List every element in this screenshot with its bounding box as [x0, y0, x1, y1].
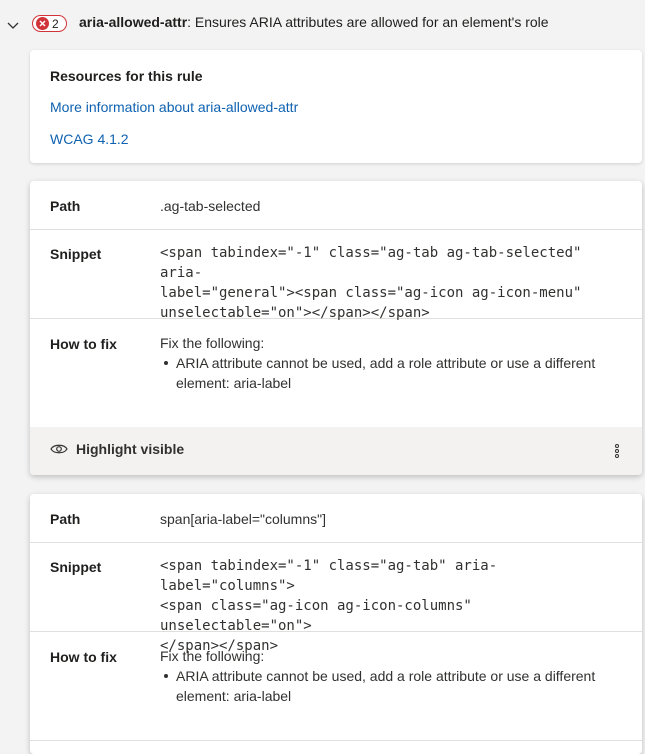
rule-header[interactable]: 2 aria-allowed-attr: Ensures ARIA attrib…	[0, 0, 645, 46]
failure-count-badge: 2	[32, 15, 67, 32]
path-value: .ag-tab-selected	[160, 198, 261, 214]
highlight-visible-label: Highlight visible	[76, 441, 185, 457]
how-to-fix-content: Fix the following: ARIA attribute cannot…	[160, 646, 620, 706]
eye-icon	[50, 444, 68, 454]
fix-item: ARIA attribute cannot be used, add a rol…	[164, 666, 620, 706]
snippet-label: Snippet	[50, 246, 102, 262]
path-row: Path .ag-tab-selected	[30, 181, 642, 230]
snippet-row: Snippet <span tabindex="-1" class="ag-ta…	[30, 542, 642, 654]
fix-item: ARIA attribute cannot be used, add a rol…	[164, 353, 620, 393]
rule-id: aria-allowed-attr	[79, 14, 188, 30]
path-row: Path span[aria-label="columns"]	[30, 494, 642, 543]
resources-heading: Resources for this rule	[50, 68, 203, 84]
highlight-visible-toggle[interactable]: Highlight visible	[50, 441, 184, 457]
failure-count: 2	[52, 16, 59, 31]
how-to-fix-row: How to fix Fix the following: ARIA attri…	[30, 318, 642, 428]
how-to-fix-content: Fix the following: ARIA attribute cannot…	[160, 333, 620, 393]
snippet-code: <span tabindex="-1" class="ag-tab ag-tab…	[160, 245, 582, 321]
fix-list: ARIA attribute cannot be used, add a rol…	[160, 353, 620, 393]
fix-intro: Fix the following:	[160, 335, 265, 351]
path-label: Path	[50, 198, 81, 214]
how-to-fix-label: How to fix	[50, 336, 117, 352]
resources-card: Resources for this rule More information…	[30, 50, 642, 163]
instance-footer: Highlight visible	[30, 427, 642, 475]
more-options-icon[interactable]	[612, 441, 622, 461]
fix-intro: Fix the following:	[160, 648, 265, 664]
path-value: span[aria-label="columns"]	[160, 511, 326, 527]
snippet-row: Snippet <span tabindex="-1" class="ag-ta…	[30, 229, 642, 321]
fix-list: ARIA attribute cannot be used, add a rol…	[160, 666, 620, 706]
how-to-fix-label: How to fix	[50, 649, 117, 665]
rule-description: : Ensures ARIA attributes are allowed fo…	[187, 14, 549, 30]
path-label: Path	[50, 511, 81, 527]
more-info-link[interactable]: More information about aria-allowed-attr	[50, 99, 298, 115]
chevron-down-icon[interactable]	[6, 19, 20, 33]
rule-title: aria-allowed-attr: Ensures ARIA attribut…	[79, 14, 549, 30]
how-to-fix-row: How to fix Fix the following: ARIA attri…	[30, 631, 642, 741]
failure-instance-card: Path span[aria-label="columns"] Snippet …	[30, 494, 642, 754]
failure-instance-card: Path .ag-tab-selected Snippet <span tabi…	[30, 181, 642, 475]
error-x-icon	[36, 17, 49, 30]
wcag-link[interactable]: WCAG 4.1.2	[50, 131, 129, 147]
snippet-label: Snippet	[50, 559, 102, 575]
